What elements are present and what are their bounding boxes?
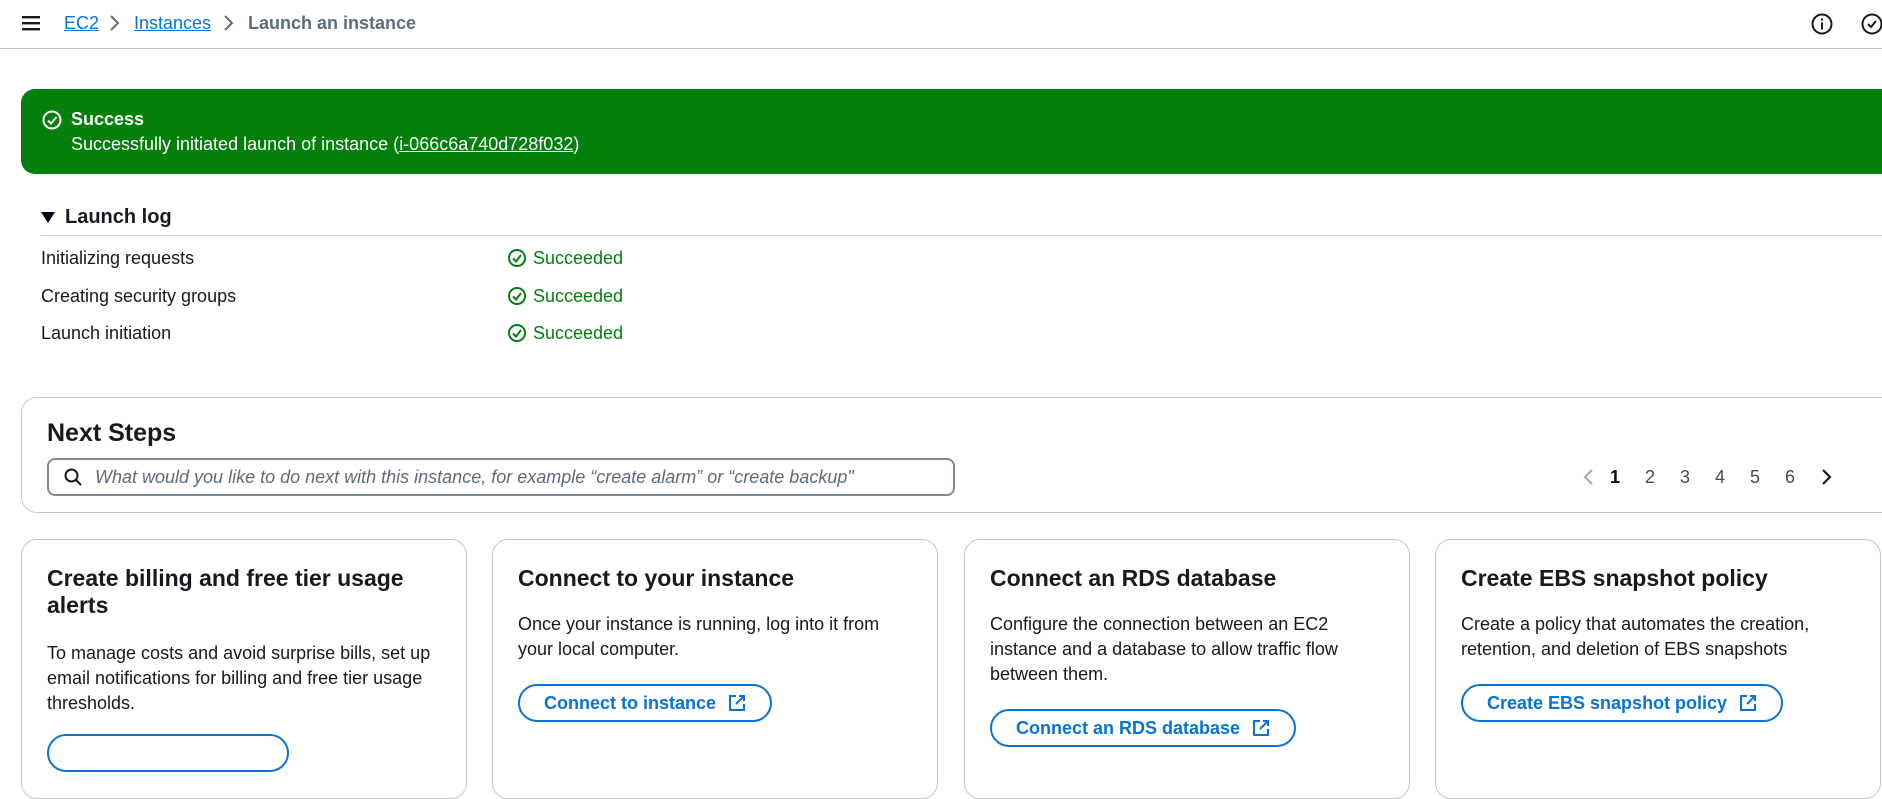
page-6-button[interactable]: 6 (1780, 463, 1800, 491)
chevron-right-icon (110, 15, 120, 31)
launch-log-row: Initializing requests Succeeded (41, 246, 741, 270)
pagination: 1 2 3 4 5 6 (1582, 463, 1882, 491)
launch-log-row: Launch initiation Succeeded (41, 321, 741, 345)
success-check-icon (508, 324, 526, 342)
external-link-icon (729, 695, 746, 711)
success-check-icon (42, 110, 62, 130)
chevron-right-icon[interactable] (1819, 467, 1833, 487)
success-check-icon (508, 249, 526, 267)
menu-icon[interactable] (20, 13, 42, 33)
flash-message: Successfully initiated launch of instanc… (71, 134, 580, 154)
status-indicator: Succeeded (507, 246, 623, 270)
card-title: Connect an RDS database (990, 565, 1277, 591)
page-4-button[interactable]: 4 (1710, 463, 1730, 491)
card-title: Connect to your instance (518, 565, 795, 591)
card-title: Create EBS snapshot policy (1461, 565, 1768, 591)
page-3-button[interactable]: 3 (1675, 463, 1695, 491)
launch-log-toggle[interactable]: Launch log (41, 205, 172, 229)
next-step-card-ebs-snapshot: Create EBS snapshot policy Create a poli… (1435, 539, 1881, 799)
instance-id-link[interactable]: i-066c6a740d728f032 (399, 134, 573, 154)
page-1-button[interactable]: 1 (1605, 463, 1625, 491)
settings-icon[interactable] (1860, 12, 1882, 36)
success-check-icon (508, 287, 526, 305)
log-step-label: Launch initiation (41, 323, 172, 343)
launch-log-title: Launch log (65, 205, 172, 228)
status-indicator: Succeeded (507, 284, 623, 308)
chevron-right-icon (224, 15, 234, 31)
top-navigation-bar: EC2 Instances Launch an instance (0, 0, 1882, 49)
next-step-card-rds-database: Connect an RDS database Configure the co… (964, 539, 1410, 799)
search-icon (64, 468, 82, 486)
connect-to-instance-button[interactable]: Connect to instance (518, 684, 773, 722)
search-input[interactable] (93, 465, 953, 489)
card-description: To manage costs and avoid surprise bills… (47, 643, 431, 713)
breadcrumb-instances[interactable]: Instances (134, 12, 211, 34)
log-step-label: Creating security groups (41, 286, 237, 306)
card-description: Configure the connection between an EC2 … (990, 614, 1338, 684)
create-billing-alerts-button[interactable] (47, 734, 289, 772)
breadcrumb-ec2[interactable]: EC2 (64, 12, 99, 34)
info-icon[interactable] (1810, 12, 1834, 36)
page-5-button[interactable]: 5 (1745, 463, 1765, 491)
card-description: Create a policy that automates the creat… (1461, 614, 1810, 659)
log-step-label: Initializing requests (41, 248, 195, 268)
external-link-icon (1253, 720, 1270, 736)
next-step-card-billing-alerts: Create billing and free tier usage alert… (21, 539, 467, 799)
next-steps-panel: Next Steps 1 2 3 4 5 6 (21, 397, 1882, 513)
next-steps-search[interactable] (47, 458, 955, 496)
chevron-left-icon[interactable] (1582, 467, 1596, 487)
next-steps-title: Next Steps (47, 419, 177, 447)
caret-down-icon (41, 211, 55, 223)
status-indicator: Succeeded (507, 321, 623, 345)
success-flashbar: Success Successfully initiated launch of… (21, 89, 1882, 174)
card-description: Once your instance is running, log into … (518, 614, 880, 659)
page-2-button[interactable]: 2 (1640, 463, 1660, 491)
next-step-card-connect-instance: Connect to your instance Once your insta… (492, 539, 938, 799)
connect-rds-database-button[interactable]: Connect an RDS database (990, 709, 1297, 747)
divider (41, 235, 1882, 236)
create-ebs-snapshot-policy-button[interactable]: Create EBS snapshot policy (1461, 684, 1784, 722)
flash-title: Success (71, 109, 145, 129)
external-link-icon (1740, 695, 1757, 711)
breadcrumb-current-page: Launch an instance (248, 13, 417, 33)
card-title: Create billing and free tier usage alert… (47, 565, 404, 618)
launch-log-row: Creating security groups Succeeded (41, 284, 741, 308)
